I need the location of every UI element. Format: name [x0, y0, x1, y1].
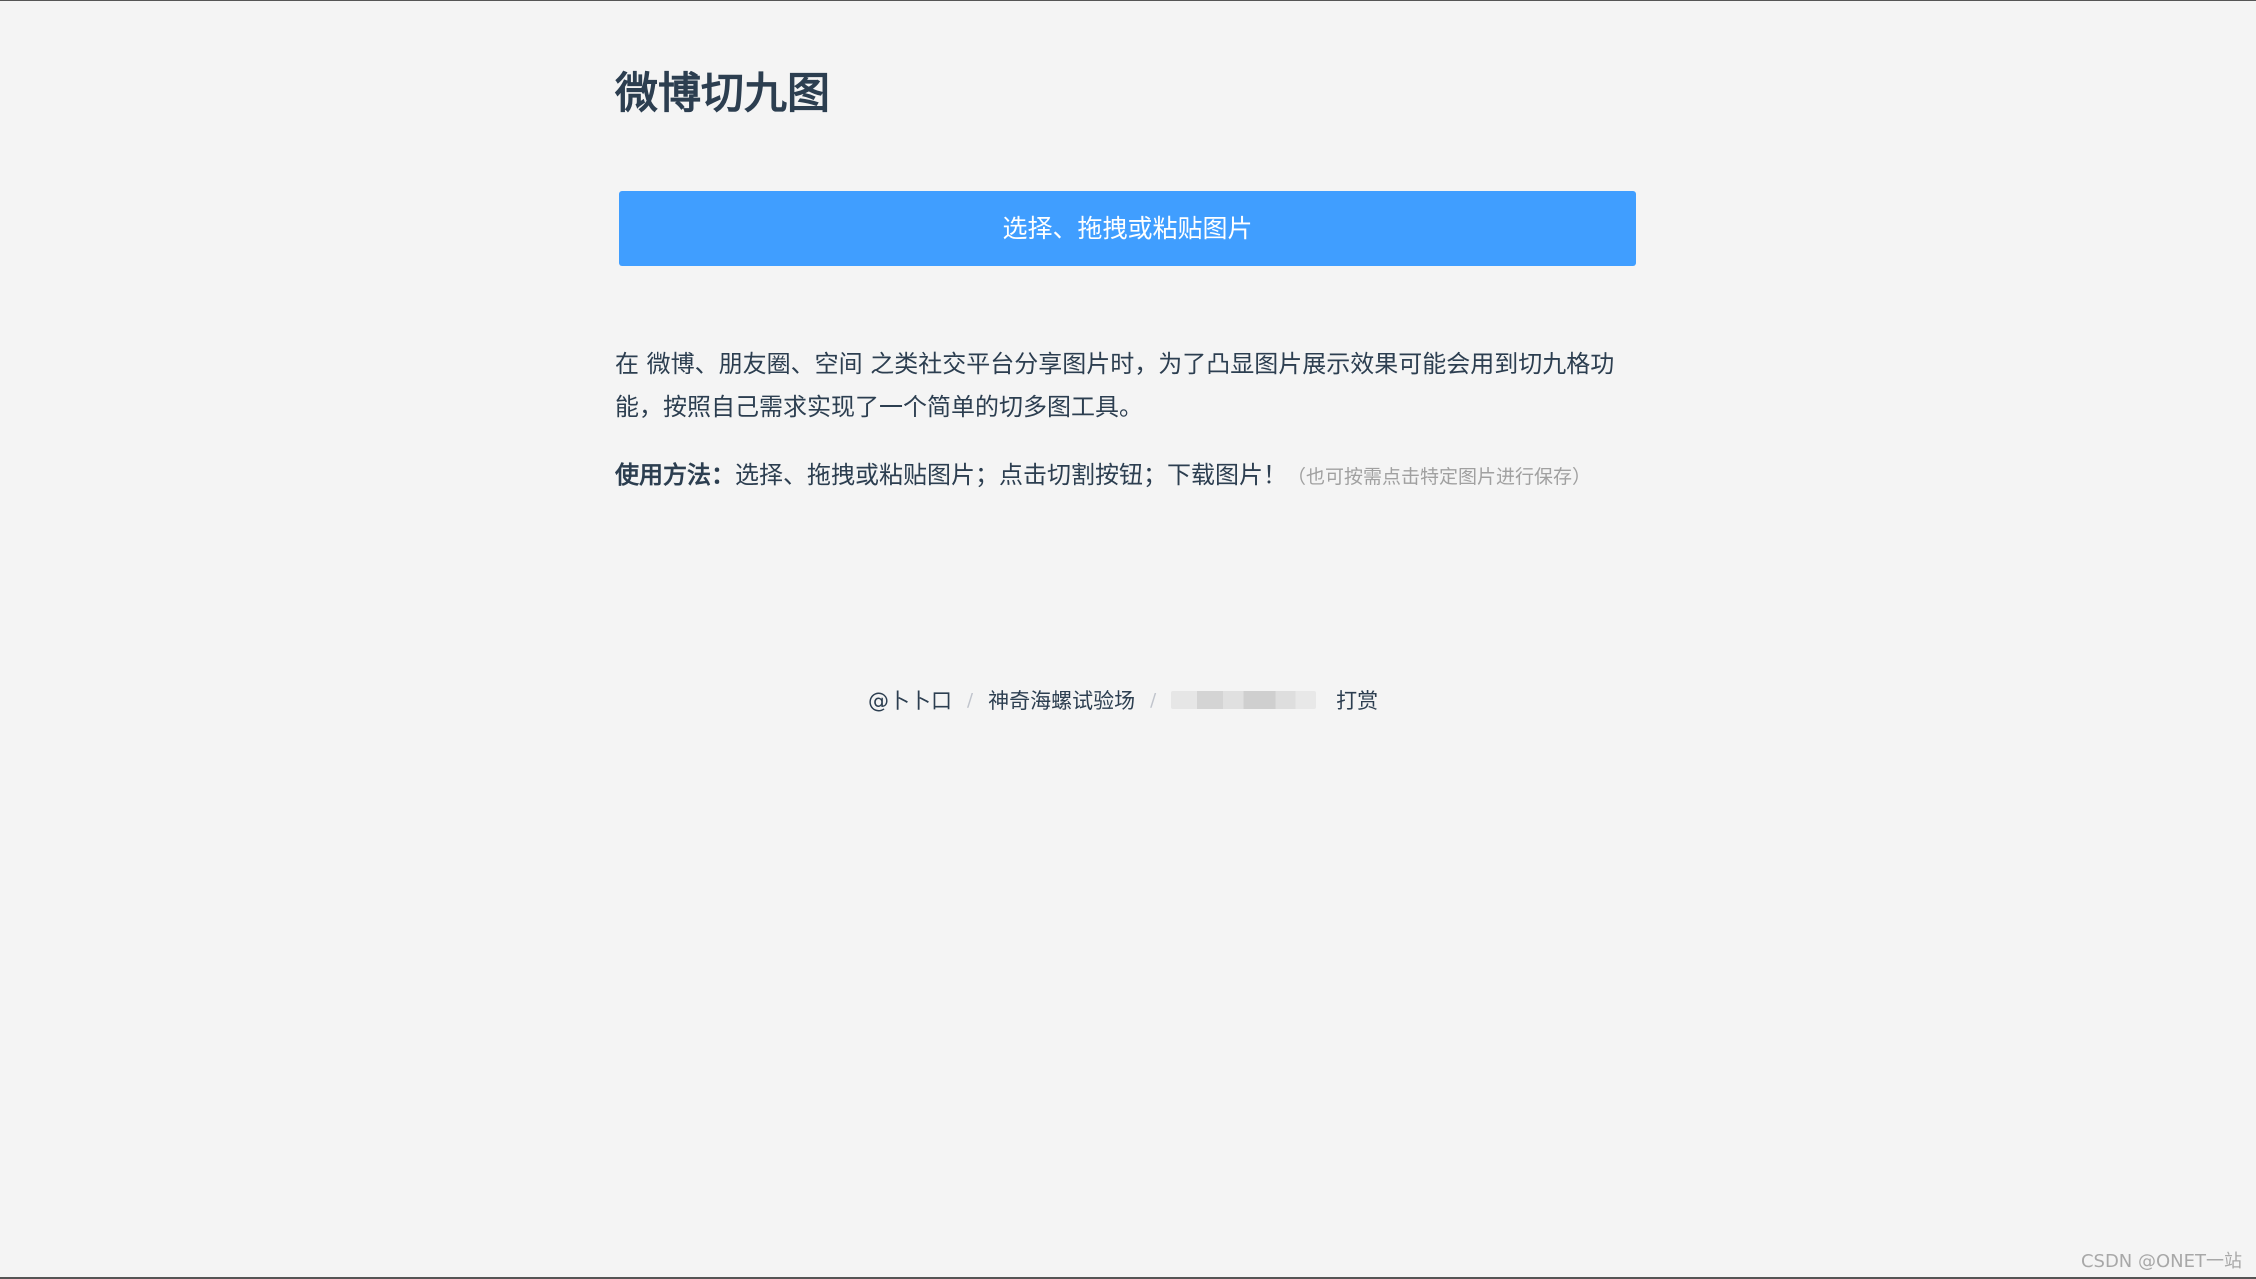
footer-separator: /: [967, 689, 974, 711]
page-title: 微博切九图: [615, 69, 830, 119]
intro-description: 在 微博、朋友圈、空间 之类社交平台分享图片时，为了凸显图片展示效果可能会用到切…: [615, 350, 1615, 421]
usage-note: （也可按需点击特定图片进行保存）: [1287, 466, 1592, 488]
csdn-watermark: CSDN @ONET一站: [2080, 1251, 2242, 1272]
site-link[interactable]: 神奇海螺试验场: [988, 685, 1135, 715]
top-border: [0, 0, 2256, 1]
select-image-button[interactable]: 选择、拖拽或粘贴图片: [619, 191, 1636, 266]
usage-label: 使用方法：: [615, 461, 735, 489]
footer: @卜卜口 / 神奇海螺试验场 / 打赏: [868, 685, 1378, 715]
redacted-link[interactable]: [1171, 691, 1317, 709]
footer-separator: /: [1150, 689, 1157, 711]
usage-instructions: 使用方法：选择、拖拽或粘贴图片；点击切割按钮；下载图片！（也可按需点击特定图片进…: [615, 454, 1675, 499]
author-link[interactable]: @卜卜口: [868, 685, 952, 715]
usage-steps: 选择、拖拽或粘贴图片；点击切割按钮；下载图片！: [735, 461, 1287, 489]
donate-link[interactable]: 打赏: [1336, 685, 1378, 715]
